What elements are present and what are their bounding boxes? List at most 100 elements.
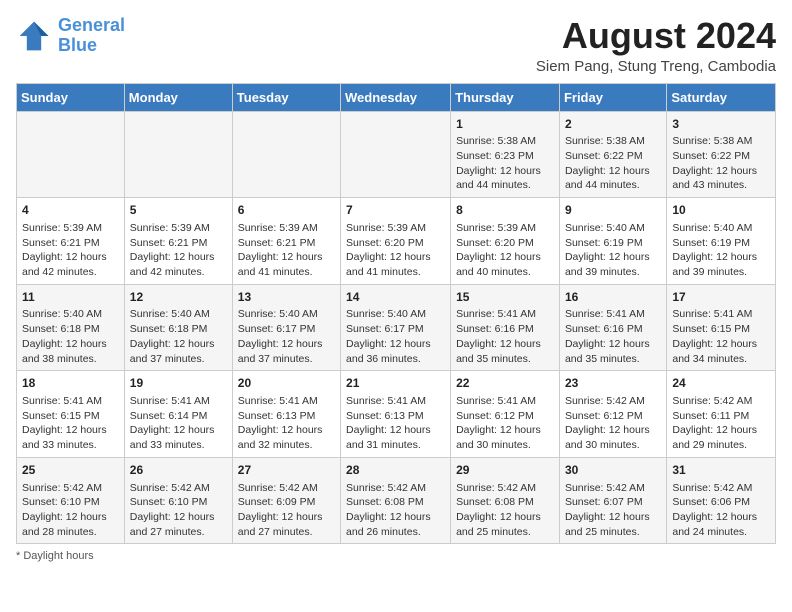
day-info: Sunrise: 5:42 AM Sunset: 6:09 PM Dayligh… <box>238 481 335 540</box>
day-info: Sunrise: 5:40 AM Sunset: 6:18 PM Dayligh… <box>22 307 119 366</box>
day-cell: 11Sunrise: 5:40 AM Sunset: 6:18 PM Dayli… <box>17 284 125 371</box>
day-number: 16 <box>565 289 661 306</box>
calendar-title: August 2024 <box>536 16 776 56</box>
week-row-2: 4 Sunrise: 5:39 AM Sunset: 6:21 PM Daylig… <box>17 198 776 285</box>
day-number: 24 <box>672 375 770 392</box>
day-info: Sunrise: 5:42 AM Sunset: 6:10 PM Dayligh… <box>130 481 227 540</box>
day-cell: 17Sunrise: 5:41 AM Sunset: 6:15 PM Dayli… <box>667 284 776 371</box>
day-cell: 14Sunrise: 5:40 AM Sunset: 6:17 PM Dayli… <box>341 284 451 371</box>
day-cell <box>341 111 451 198</box>
day-number: 11 <box>22 289 119 306</box>
day-info: Sunrise: 5:40 AM Sunset: 6:19 PM Dayligh… <box>672 221 770 280</box>
day-number: 19 <box>130 375 227 392</box>
day-info: Sunrise: 5:39 AM Sunset: 6:21 PM Dayligh… <box>22 221 119 280</box>
day-number: 15 <box>456 289 554 306</box>
day-info: Sunrise: 5:40 AM Sunset: 6:19 PM Dayligh… <box>565 221 661 280</box>
column-header-sunday: Sunday <box>17 83 125 111</box>
column-header-wednesday: Wednesday <box>341 83 451 111</box>
day-info: Sunrise: 5:39 AM Sunset: 6:21 PM Dayligh… <box>238 221 335 280</box>
column-header-friday: Friday <box>559 83 666 111</box>
day-cell: 28Sunrise: 5:42 AM Sunset: 6:08 PM Dayli… <box>341 457 451 544</box>
day-info: Sunrise: 5:42 AM Sunset: 6:12 PM Dayligh… <box>565 394 661 453</box>
day-cell: 15Sunrise: 5:41 AM Sunset: 6:16 PM Dayli… <box>451 284 560 371</box>
day-cell: 3Sunrise: 5:38 AM Sunset: 6:22 PM Daylig… <box>667 111 776 198</box>
calendar-table: SundayMondayTuesdayWednesdayThursdayFrid… <box>16 83 776 545</box>
day-cell <box>124 111 232 198</box>
calendar-header: SundayMondayTuesdayWednesdayThursdayFrid… <box>17 83 776 111</box>
day-cell: 16Sunrise: 5:41 AM Sunset: 6:16 PM Dayli… <box>559 284 666 371</box>
day-number: 13 <box>238 289 335 306</box>
day-cell: 19 Sunrise: 5:41 AM Sunset: 6:14 PM Dayli… <box>124 371 232 458</box>
day-number: 30 <box>565 462 661 479</box>
day-cell: 2Sunrise: 5:38 AM Sunset: 6:22 PM Daylig… <box>559 111 666 198</box>
day-cell <box>17 111 125 198</box>
day-info: Sunrise: 5:41 AM Sunset: 6:16 PM Dayligh… <box>565 307 661 366</box>
calendar-subtitle: Siem Pang, Stung Treng, Cambodia <box>536 58 776 75</box>
day-number: 14 <box>346 289 445 306</box>
day-cell: 1Sunrise: 5:38 AM Sunset: 6:23 PM Daylig… <box>451 111 560 198</box>
week-row-4: 18Sunrise: 5:41 AM Sunset: 6:15 PM Dayli… <box>17 371 776 458</box>
day-info: Sunrise: 5:41 AM Sunset: 6:16 PM Dayligh… <box>456 307 554 366</box>
day-number: 5 <box>130 202 227 219</box>
day-info: Sunrise: 5:38 AM Sunset: 6:22 PM Dayligh… <box>565 134 661 193</box>
day-info: Sunrise: 5:39 AM Sunset: 6:20 PM Dayligh… <box>456 221 554 280</box>
column-header-saturday: Saturday <box>667 83 776 111</box>
day-info: Sunrise: 5:41 AM Sunset: 6:12 PM Dayligh… <box>456 394 554 453</box>
day-number: 21 <box>346 375 445 392</box>
column-header-tuesday: Tuesday <box>232 83 340 111</box>
day-number: 4 <box>22 202 119 219</box>
logo-icon <box>16 18 52 54</box>
logo-line1: General <box>58 15 125 35</box>
day-cell: 4 Sunrise: 5:39 AM Sunset: 6:21 PM Daylig… <box>17 198 125 285</box>
day-info: Sunrise: 5:42 AM Sunset: 6:11 PM Dayligh… <box>672 394 770 453</box>
day-cell: 22Sunrise: 5:41 AM Sunset: 6:12 PM Dayli… <box>451 371 560 458</box>
day-info: Sunrise: 5:42 AM Sunset: 6:08 PM Dayligh… <box>456 481 554 540</box>
day-info: Sunrise: 5:40 AM Sunset: 6:17 PM Dayligh… <box>238 307 335 366</box>
day-number: 12 <box>130 289 227 306</box>
day-info: Sunrise: 5:40 AM Sunset: 6:17 PM Dayligh… <box>346 307 445 366</box>
title-block: August 2024 Siem Pang, Stung Treng, Camb… <box>536 16 776 75</box>
day-number: 7 <box>346 202 445 219</box>
day-number: 10 <box>672 202 770 219</box>
logo-text: General Blue <box>58 16 125 56</box>
day-info: Sunrise: 5:41 AM Sunset: 6:13 PM Dayligh… <box>346 394 445 453</box>
day-cell: 7 Sunrise: 5:39 AM Sunset: 6:20 PM Daylig… <box>341 198 451 285</box>
day-info: Sunrise: 5:38 AM Sunset: 6:23 PM Dayligh… <box>456 134 554 193</box>
day-number: 20 <box>238 375 335 392</box>
day-info: Sunrise: 5:41 AM Sunset: 6:15 PM Dayligh… <box>672 307 770 366</box>
day-number: 18 <box>22 375 119 392</box>
day-cell: 25Sunrise: 5:42 AM Sunset: 6:10 PM Dayli… <box>17 457 125 544</box>
day-number: 31 <box>672 462 770 479</box>
day-cell: 13Sunrise: 5:40 AM Sunset: 6:17 PM Dayli… <box>232 284 340 371</box>
day-number: 28 <box>346 462 445 479</box>
day-info: Sunrise: 5:42 AM Sunset: 6:07 PM Dayligh… <box>565 481 661 540</box>
day-cell: 21 Sunrise: 5:41 AM Sunset: 6:13 PM Dayli… <box>341 371 451 458</box>
day-info: Sunrise: 5:41 AM Sunset: 6:13 PM Dayligh… <box>238 394 335 453</box>
day-cell: 8 Sunrise: 5:39 AM Sunset: 6:20 PM Daylig… <box>451 198 560 285</box>
day-cell: 5 Sunrise: 5:39 AM Sunset: 6:21 PM Daylig… <box>124 198 232 285</box>
day-number: 25 <box>22 462 119 479</box>
day-info: Sunrise: 5:39 AM Sunset: 6:21 PM Dayligh… <box>130 221 227 280</box>
day-number: 8 <box>456 202 554 219</box>
week-row-1: 1Sunrise: 5:38 AM Sunset: 6:23 PM Daylig… <box>17 111 776 198</box>
day-cell: 9 Sunrise: 5:40 AM Sunset: 6:19 PM Daylig… <box>559 198 666 285</box>
day-info: Sunrise: 5:39 AM Sunset: 6:20 PM Dayligh… <box>346 221 445 280</box>
day-number: 9 <box>565 202 661 219</box>
column-header-thursday: Thursday <box>451 83 560 111</box>
day-cell: 31Sunrise: 5:42 AM Sunset: 6:06 PM Dayli… <box>667 457 776 544</box>
day-cell: 12Sunrise: 5:40 AM Sunset: 6:18 PM Dayli… <box>124 284 232 371</box>
day-number: 6 <box>238 202 335 219</box>
day-info: Sunrise: 5:41 AM Sunset: 6:14 PM Dayligh… <box>130 394 227 453</box>
day-cell: 26 Sunrise: 5:42 AM Sunset: 6:10 PM Dayli… <box>124 457 232 544</box>
week-row-5: 25 Sunrise: 5:42 AM Sunset: 6:10 PM Dayli… <box>17 457 776 544</box>
logo-line2: Blue <box>58 35 97 55</box>
day-number: 17 <box>672 289 770 306</box>
day-info: Sunrise: 5:40 AM Sunset: 6:18 PM Dayligh… <box>130 307 227 366</box>
day-cell <box>232 111 340 198</box>
day-number: 26 <box>130 462 227 479</box>
footer-note-text: Daylight hours <box>23 550 93 562</box>
day-cell: 10 Sunrise: 5:40 AM Sunset: 6:19 PM Dayli… <box>667 198 776 285</box>
column-header-monday: Monday <box>124 83 232 111</box>
day-cell: 18Sunrise: 5:41 AM Sunset: 6:15 PM Dayli… <box>17 371 125 458</box>
day-cell: 27Sunrise: 5:42 AM Sunset: 6:09 PM Dayli… <box>232 457 340 544</box>
